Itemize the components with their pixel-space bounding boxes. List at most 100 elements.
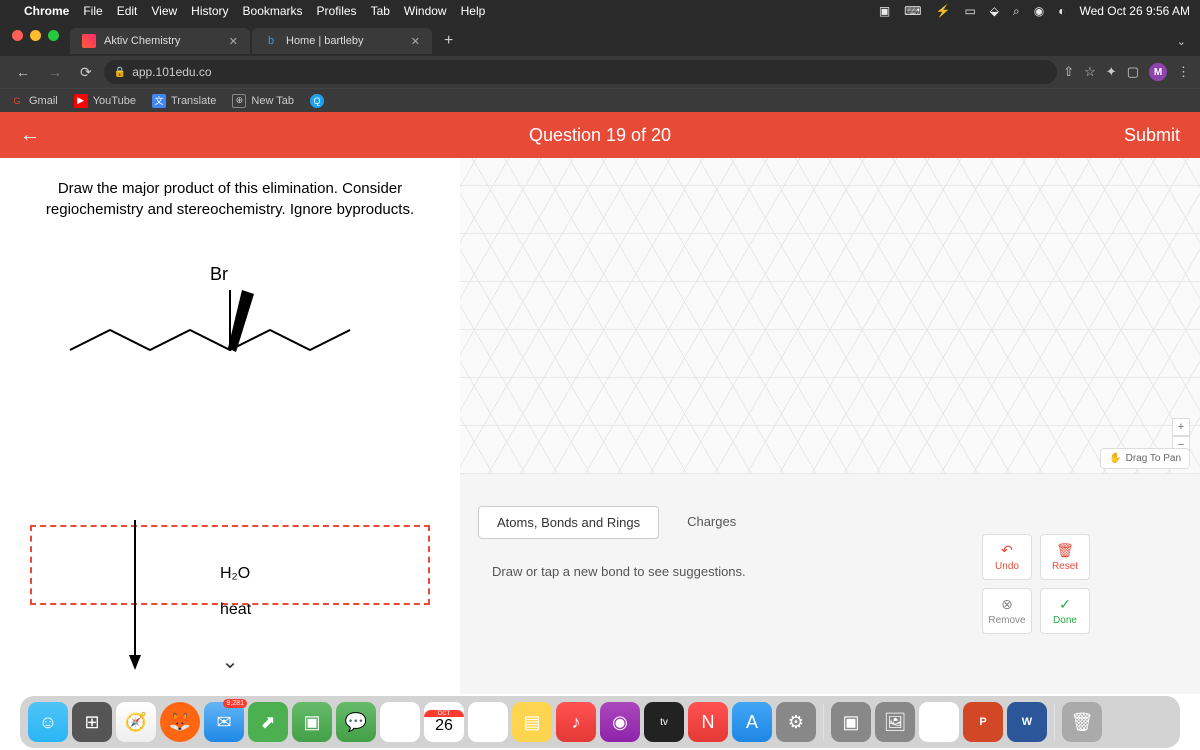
keyboard-icon[interactable]: ⌨	[904, 4, 921, 18]
dock-facetime[interactable]: ▣	[292, 702, 332, 742]
dock-launchpad[interactable]: ⊞	[72, 702, 112, 742]
submit-button[interactable]: Submit	[1124, 125, 1180, 146]
tab-dropdown-button[interactable]: ⌄	[1163, 35, 1200, 48]
hand-icon: ✋	[1109, 453, 1121, 464]
tab-title: Aktiv Chemistry	[104, 35, 180, 47]
bookmark-newtab[interactable]: ⊕ New Tab	[232, 94, 294, 108]
done-button[interactable]: ✓ Done	[1040, 588, 1090, 634]
dock-photos[interactable]: ✿	[380, 702, 420, 742]
browser-chrome: Aktiv Chemistry ✕ b Home | bartleby ✕ + …	[0, 22, 1200, 112]
dock-trash[interactable]: 🗑	[1062, 702, 1102, 742]
cal-day: 26	[435, 717, 453, 735]
zoom-in-button[interactable]: +	[1172, 418, 1190, 436]
drawing-canvas[interactable]	[460, 158, 1200, 474]
drag-to-pan-button[interactable]: ✋ Drag To Pan	[1100, 448, 1190, 469]
camera-icon[interactable]: ▣	[879, 4, 890, 18]
dock-preview[interactable]: 🖼	[875, 702, 915, 742]
url-bar[interactable]: 🔒 app.101edu.co	[104, 60, 1058, 84]
dock-messages[interactable]: 💬	[336, 702, 376, 742]
menu-tab[interactable]: Tab	[371, 4, 390, 18]
dock-safari[interactable]: 🧭	[116, 702, 156, 742]
youtube-icon: ▶	[74, 94, 88, 108]
extension-icon[interactable]: ✦	[1106, 64, 1117, 80]
tab-charges[interactable]: Charges	[669, 506, 754, 539]
dock-calendar[interactable]: OCT 26	[424, 702, 464, 742]
main-content: Draw the major product of this eliminati…	[0, 158, 1200, 694]
bookmark-label: Translate	[171, 95, 216, 107]
bartleby-favicon-icon: b	[264, 34, 278, 48]
siri-icon[interactable]: ◐	[1058, 4, 1065, 18]
profile-avatar[interactable]: M	[1149, 63, 1167, 81]
bookmark-gmail[interactable]: G Gmail	[10, 94, 58, 108]
wifi-icon[interactable]: ⬙	[990, 4, 999, 18]
control-center-icon[interactable]: ◉	[1034, 4, 1044, 18]
tab-atoms-bonds-rings[interactable]: Atoms, Bonds and Rings	[478, 506, 659, 539]
app-header: ← Question 19 of 20 Submit	[0, 112, 1200, 158]
dock-tv[interactable]: tv	[644, 702, 684, 742]
bookmark-translate[interactable]: 文 Translate	[152, 94, 216, 108]
share-icon[interactable]: ⇧	[1063, 64, 1074, 80]
bookmark-label: YouTube	[93, 95, 136, 107]
device-icon[interactable]: ▢	[1127, 64, 1139, 80]
battery-icon[interactable]: ▭	[964, 4, 975, 18]
dock-maps[interactable]: ⬈	[248, 702, 288, 742]
tab-close-button[interactable]: ✕	[229, 35, 238, 48]
menu-profiles[interactable]: Profiles	[317, 4, 357, 18]
molecule-diagram: Br H₂O heat	[30, 240, 430, 641]
check-icon: ✓	[1059, 596, 1071, 613]
menu-bookmarks[interactable]: Bookmarks	[243, 4, 303, 18]
mac-dock: ☺ ⊞ 🧭 🦊 ✉ 9,281 ⬈ ▣ 💬 ✿ OCT 26 ☰ ▤ ♪ ◉ t…	[20, 696, 1180, 748]
undo-button[interactable]: ↶ Undo	[982, 534, 1032, 580]
reagent-heat: heat	[220, 601, 251, 619]
datetime[interactable]: Wed Oct 26 9:56 AM	[1079, 4, 1190, 18]
dock-separator	[1054, 704, 1055, 740]
back-button[interactable]: ←	[10, 60, 36, 84]
menu-file[interactable]: File	[83, 4, 102, 18]
menu-view[interactable]: View	[151, 4, 177, 18]
remove-button[interactable]: ⊗ Remove	[982, 588, 1032, 634]
dock-finder[interactable]: ☺	[28, 702, 68, 742]
dock-camera[interactable]: ▣	[831, 702, 871, 742]
menu-window[interactable]: Window	[404, 4, 447, 18]
menu-edit[interactable]: Edit	[117, 4, 138, 18]
forward-button[interactable]: →	[42, 60, 68, 84]
dock-word[interactable]: W	[1007, 702, 1047, 742]
bookmark-star-icon[interactable]: ☆	[1084, 64, 1096, 80]
dock-settings[interactable]: ⚙	[776, 702, 816, 742]
dock-notes[interactable]: ▤	[512, 702, 552, 742]
tab-bartleby[interactable]: b Home | bartleby ✕	[252, 28, 432, 54]
remove-label: Remove	[988, 615, 1025, 626]
dock-mail[interactable]: ✉ 9,281	[204, 702, 244, 742]
reagent-h2o: H₂O	[220, 565, 251, 583]
done-label: Done	[1053, 615, 1077, 626]
tab-aktiv-chemistry[interactable]: Aktiv Chemistry ✕	[70, 28, 250, 54]
bookmark-q[interactable]: Q	[310, 94, 324, 108]
reaction-arrow-icon	[120, 515, 150, 675]
search-icon[interactable]: ⌕	[1013, 4, 1020, 19]
kebab-menu-icon[interactable]: ⋮	[1177, 64, 1190, 80]
drag-pan-label: Drag To Pan	[1126, 453, 1181, 464]
dock-appstore[interactable]: A	[732, 702, 772, 742]
new-tab-button[interactable]: +	[434, 32, 463, 50]
dock-chrome[interactable]: ◉	[919, 702, 959, 742]
reload-button[interactable]: ⟳	[74, 60, 98, 85]
bookmark-youtube[interactable]: ▶ YouTube	[74, 94, 136, 108]
window-minimize-button[interactable]	[30, 30, 41, 41]
bluetooth-icon[interactable]: ⚡	[935, 4, 950, 18]
reset-button[interactable]: 🗑 Reset	[1040, 534, 1090, 580]
dock-firefox[interactable]: 🦊	[160, 702, 200, 742]
menu-help[interactable]: Help	[461, 4, 486, 18]
window-close-button[interactable]	[12, 30, 23, 41]
dock-powerpoint[interactable]: P	[963, 702, 1003, 742]
back-arrow-button[interactable]: ←	[20, 124, 40, 147]
menu-history[interactable]: History	[191, 4, 228, 18]
window-maximize-button[interactable]	[48, 30, 59, 41]
scroll-down-button[interactable]: ⌄	[30, 649, 430, 674]
mac-menubar: Chrome File Edit View History Bookmarks …	[0, 0, 1200, 22]
app-menu[interactable]: Chrome	[24, 4, 69, 18]
dock-podcasts[interactable]: ◉	[600, 702, 640, 742]
dock-reminders[interactable]: ☰	[468, 702, 508, 742]
dock-music[interactable]: ♪	[556, 702, 596, 742]
tab-close-button[interactable]: ✕	[411, 35, 420, 48]
dock-news[interactable]: N	[688, 702, 728, 742]
